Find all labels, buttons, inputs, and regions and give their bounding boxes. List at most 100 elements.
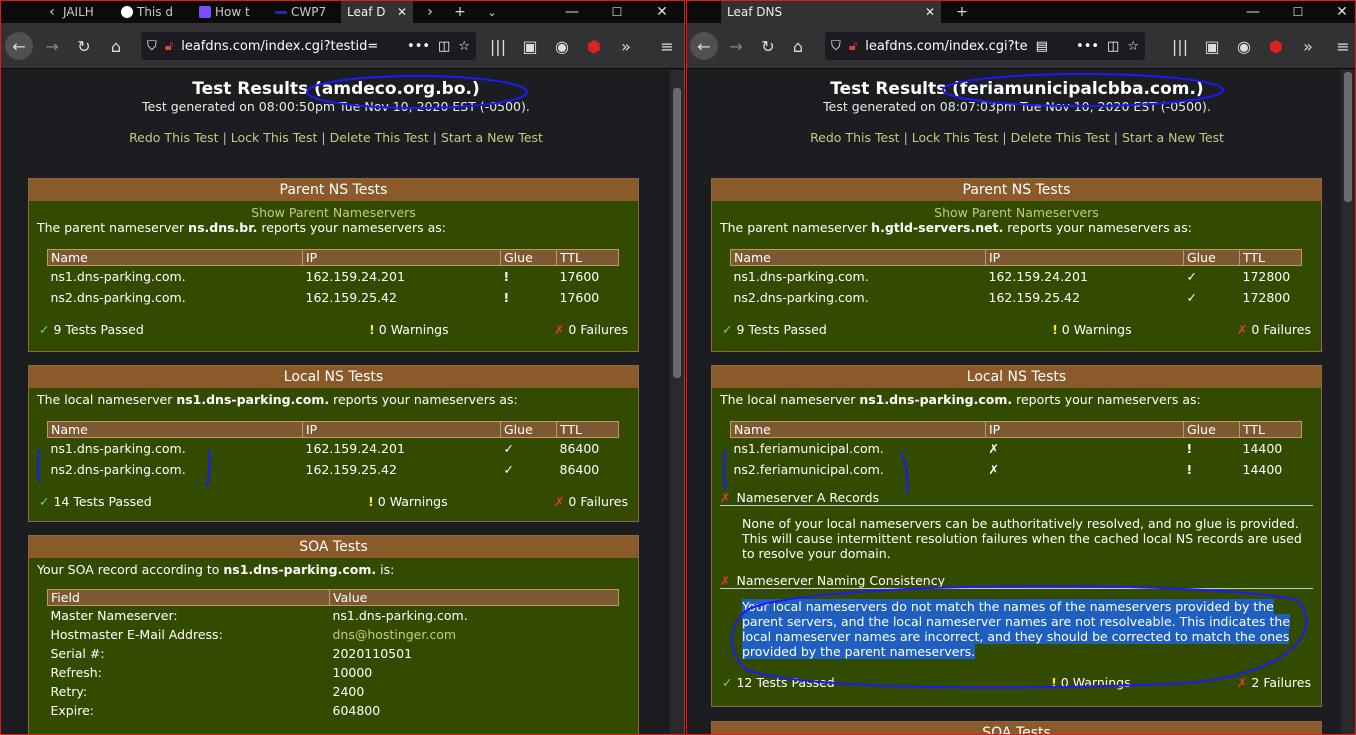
shield-icon[interactable]: ⛉ <box>147 39 157 54</box>
tab-list-chevron-icon[interactable]: ⌄ <box>481 1 503 23</box>
shield-icon[interactable]: ⛉ <box>831 39 841 54</box>
table-row: Serial #: 2020110501 <box>50 645 413 661</box>
show-parent-nameservers-link[interactable]: Show Parent Nameservers <box>37 205 630 220</box>
overflow-chevron-icon[interactable]: » <box>1297 35 1319 57</box>
url-text[interactable]: leafdns.com/index.cgi?te <box>865 39 1027 54</box>
close-tab-icon[interactable]: ✕ <box>925 5 935 19</box>
forward-arrow-icon[interactable]: → <box>725 35 747 57</box>
warning-icon: ! <box>369 321 375 337</box>
back-arrow-icon[interactable]: ← <box>5 32 33 60</box>
warning-icon: ! <box>503 268 510 284</box>
tab-4[interactable]: CWP7 <box>269 1 335 23</box>
panel-summary: ✓ 9 Tests Passed ! 0 Warnings ✗ 0 Failur… <box>722 321 1311 337</box>
delete-test-link[interactable]: Delete This Test <box>330 130 429 145</box>
library-icon[interactable]: ||| <box>487 35 509 57</box>
panel-intro: The local nameserver ns1.dns-parking.com… <box>720 392 1201 407</box>
soa-panel: SOA Tests Your SOA record according to n… <box>28 535 639 734</box>
table-row: ns2.dns-parking.com. 162.159.25.42! 17600 <box>48 287 619 308</box>
maximize-icon[interactable]: ☐ <box>606 1 628 23</box>
maximize-icon[interactable]: ☐ <box>1287 1 1309 23</box>
pocket-icon[interactable]: ◫ <box>438 39 450 54</box>
test-actions: Redo This Test | Lock This Test | Delete… <box>129 130 543 145</box>
show-parent-nameservers-link[interactable]: Show Parent Nameservers <box>720 205 1313 220</box>
back-arrow-icon[interactable]: ← <box>690 32 718 60</box>
page-actions-icon[interactable]: ••• <box>1076 39 1099 54</box>
fail-x-icon: ✗ <box>1236 674 1248 690</box>
soa-panel: SOA Tests <box>711 721 1322 734</box>
nav-toolbar: ← → ↻ ⌂ ⛉ 🔓︎ leafdns.com/index.cgi?testi… <box>1 23 684 69</box>
local-ns-panel: Local NS Tests The local nameserver ns1.… <box>28 365 639 522</box>
warning-icon: ! <box>1186 440 1193 456</box>
close-window-icon[interactable]: ✕ <box>1331 1 1353 23</box>
reload-icon[interactable]: ↻ <box>73 35 95 57</box>
vertical-scrollbar[interactable] <box>1341 70 1355 734</box>
panel-summary: ✓ 12 Tests Passed ! 0 Warnings ✗ 2 Failu… <box>722 674 1311 690</box>
lock-test-link[interactable]: Lock This Test <box>912 130 999 145</box>
forward-arrow-icon[interactable]: → <box>41 35 63 57</box>
ublock-icon[interactable]: ⬢ <box>583 35 605 57</box>
vertical-scrollbar[interactable] <box>670 70 684 734</box>
ublock-icon[interactable]: ⬢ <box>1265 35 1287 57</box>
panel-intro: Your SOA record according to ns1.dns-par… <box>37 562 395 577</box>
tab-label: Leaf DNS <box>727 5 783 19</box>
new-test-link[interactable]: Start a New Test <box>1122 130 1224 145</box>
account-icon[interactable]: ◉ <box>551 35 573 57</box>
sidebar-icon[interactable]: ▣ <box>519 35 541 57</box>
bookmark-star-icon[interactable]: ☆ <box>1127 39 1145 54</box>
redo-test-link[interactable]: Redo This Test <box>129 130 219 145</box>
menu-icon[interactable]: ≡ <box>1332 35 1354 57</box>
reader-view-icon[interactable]: ▤ <box>1036 39 1048 54</box>
minimize-icon[interactable]: — <box>1242 1 1264 23</box>
close-window-icon[interactable]: ✕ <box>651 1 673 23</box>
site-icon <box>199 6 211 18</box>
scrollbar-thumb[interactable] <box>673 88 681 378</box>
check-icon: ✓ <box>1186 289 1197 305</box>
url-bar[interactable]: ⛉ 🔓︎ leafdns.com/index.cgi?te ▤ ••• ◫ ☆ <box>825 32 1145 60</box>
library-icon[interactable]: ||| <box>1169 35 1191 57</box>
section-body-highlighted: Your local nameservers do not match the … <box>742 598 1291 659</box>
home-icon[interactable]: ⌂ <box>105 35 127 57</box>
pocket-icon[interactable]: ◫ <box>1107 39 1119 54</box>
tab-1[interactable]: JAILH <box>57 1 107 23</box>
insecure-lock-icon[interactable]: 🔓︎ <box>165 39 173 54</box>
table-row: ns1.dns-parking.com. 162.159.24.201 ✓ 17280… <box>731 266 1302 287</box>
new-tab-icon[interactable]: + <box>449 1 471 23</box>
delete-test-link[interactable]: Delete This Test <box>1011 130 1110 145</box>
minimize-icon[interactable]: — <box>561 1 583 23</box>
tab-scroll-right-icon[interactable]: › <box>419 1 441 23</box>
insecure-lock-icon[interactable]: 🔓︎ <box>849 39 857 54</box>
tab-leaf-dns-active[interactable]: Leaf DNS ✕ <box>721 1 941 23</box>
bookmark-star-icon[interactable]: ☆ <box>458 39 476 54</box>
sidebar-icon[interactable]: ▣ <box>1201 35 1223 57</box>
menu-icon[interactable]: ≡ <box>656 35 678 57</box>
url-bar[interactable]: ⛉ 🔓︎ leafdns.com/index.cgi?testid= ••• ◫… <box>141 32 476 60</box>
warning-icon: ! <box>1051 674 1057 690</box>
page-actions-icon[interactable]: ••• <box>407 39 430 54</box>
redo-test-link[interactable]: Redo This Test <box>810 130 900 145</box>
tab-3[interactable]: How t <box>193 1 263 23</box>
account-icon[interactable]: ◉ <box>1233 35 1255 57</box>
tab-label: JAILH <box>63 5 94 19</box>
url-text[interactable]: leafdns.com/index.cgi?testid= <box>181 39 378 54</box>
close-tab-icon[interactable]: ✕ <box>397 5 407 19</box>
tab-label: Leaf D <box>347 5 386 19</box>
nameserver-naming-section: ✗ Nameserver Naming Consistency <box>720 573 1313 589</box>
overflow-chevron-icon[interactable]: » <box>615 35 637 57</box>
scrollbar-thumb[interactable] <box>1344 72 1352 202</box>
table-row: Hostmaster E-Mail Address: dns@hostinger.… <box>48 625 619 644</box>
panel-summary: ✓ 9 Tests Passed ! 0 Warnings ✗ 0 Failur… <box>39 321 628 337</box>
new-tab-icon[interactable]: + <box>951 1 973 23</box>
tab-leaf-dns-active[interactable]: Leaf D ✕ <box>341 1 413 23</box>
lock-test-link[interactable]: Lock This Test <box>231 130 318 145</box>
new-test-link[interactable]: Start a New Test <box>441 130 543 145</box>
tab-2[interactable]: This d <box>115 1 187 23</box>
panel-title: SOA Tests <box>712 722 1321 734</box>
hostmaster-email-link[interactable]: dns@hostinger.com <box>330 625 619 644</box>
home-icon[interactable]: ⌂ <box>787 35 809 57</box>
table-row: ns1.feriamunicipal.com. ✗! 14400 <box>731 438 1302 459</box>
left-browser-window: ‹ JAILH This d How t CWP7 Leaf D ✕ › + ⌄ … <box>0 0 685 735</box>
site-icon <box>275 10 287 14</box>
reload-icon[interactable]: ↻ <box>757 35 779 57</box>
local-ns-panel: Local NS Tests The local nameserver ns1.… <box>711 365 1322 707</box>
nameserver-table: Name IP Glue TTL ns1.dns-parking.com. 162.15… <box>47 421 619 480</box>
